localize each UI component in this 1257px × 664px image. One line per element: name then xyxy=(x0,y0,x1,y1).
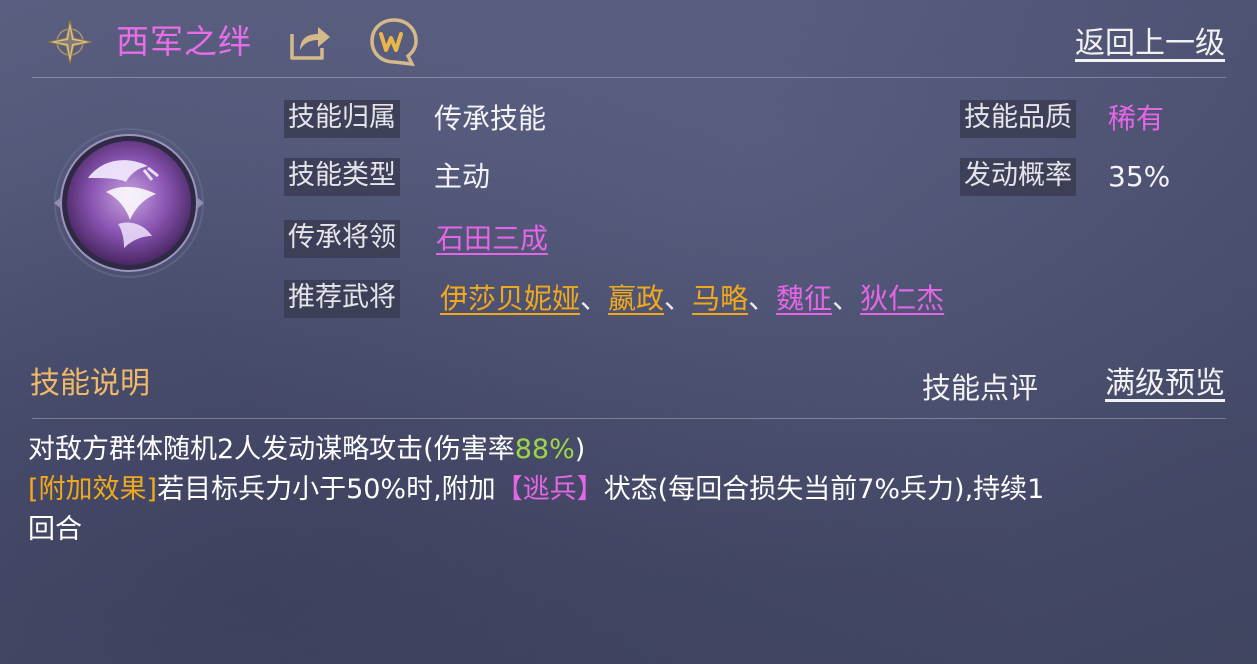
description-text: 若目标兵力小于50%时,附加 xyxy=(157,474,496,505)
section-divider xyxy=(32,418,1226,419)
back-link[interactable]: 返回上一级 xyxy=(1075,22,1225,66)
extra-effect-tag: [附加效果] xyxy=(28,474,158,505)
skill-review-button[interactable]: 技能点评 xyxy=(922,368,1038,408)
recommend-generals-list: 伊莎贝妮娅、嬴政、马略、魏征、狄仁杰 xyxy=(440,280,944,318)
trigger-rate-label: 发动概率 xyxy=(960,158,1076,196)
skill-ownership-value: 传承技能 xyxy=(434,102,547,135)
general-link[interactable]: 伊莎贝妮娅 xyxy=(440,282,580,315)
max-level-preview-link[interactable]: 满级预览 xyxy=(1105,364,1225,404)
general-link[interactable]: 魏征 xyxy=(776,282,832,315)
general-link[interactable]: 马略 xyxy=(692,282,748,315)
wechat-icon[interactable] xyxy=(368,16,420,68)
description-line-2: [附加效果]若目标兵力小于50%时,附加【逃兵】状态(每回合损失当前7%兵力),… xyxy=(28,470,1044,510)
separator: 、 xyxy=(748,282,777,315)
skill-type-label: 技能类型 xyxy=(284,158,400,196)
description-text: 对敌方群体随机2人发动谋略攻击(伤害率 xyxy=(28,434,515,465)
skill-type-value: 主动 xyxy=(434,160,491,193)
recommend-generals-label: 推荐武将 xyxy=(284,280,400,318)
description-text: 状态(每回合损失当前7%兵力),持续1 xyxy=(603,474,1045,505)
skill-ownership-label: 技能归属 xyxy=(284,100,400,138)
separator: 、 xyxy=(832,282,861,315)
star-compass-icon xyxy=(46,18,94,66)
skill-emblem-icon xyxy=(48,128,210,278)
inherit-general-label: 传承将领 xyxy=(284,220,400,258)
description-text: ) xyxy=(574,434,586,465)
separator: 、 xyxy=(580,282,609,315)
page-title: 西军之绊 xyxy=(116,22,252,61)
general-link[interactable]: 狄仁杰 xyxy=(860,282,944,315)
status-tag[interactable]: 【逃兵】 xyxy=(496,474,604,505)
skill-description-heading: 技能说明 xyxy=(30,366,150,401)
share-icon[interactable] xyxy=(288,22,332,62)
skill-quality-label: 技能品质 xyxy=(960,100,1076,138)
damage-rate: 88% xyxy=(514,434,575,465)
trigger-rate-value: 35% xyxy=(1108,160,1171,193)
inherit-general-link[interactable]: 石田三成 xyxy=(436,220,548,258)
separator: 、 xyxy=(664,282,693,315)
header-divider xyxy=(32,77,1226,78)
description-line-3: 回合 xyxy=(28,514,82,545)
skill-quality-value: 稀有 xyxy=(1108,102,1165,135)
general-link[interactable]: 嬴政 xyxy=(608,282,664,315)
description-line-1: 对敌方群体随机2人发动谋略攻击(伤害率88%) xyxy=(28,430,585,470)
